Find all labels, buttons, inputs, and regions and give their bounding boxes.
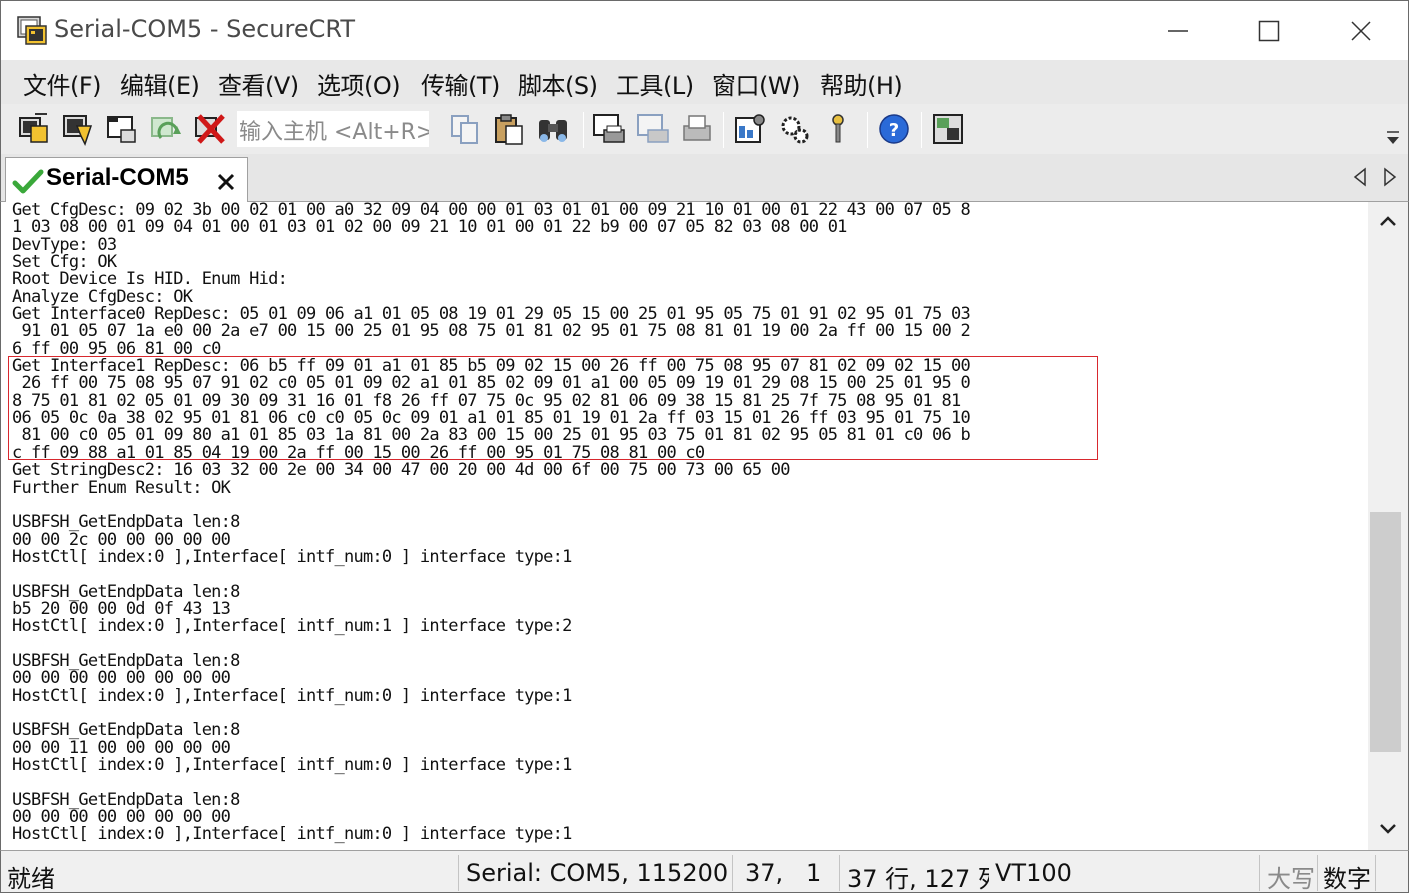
scrollbar-thumb[interactable] [1370, 512, 1401, 752]
close-window-button[interactable] [1315, 1, 1407, 61]
status-size: 37 行, 127 列 [847, 865, 989, 893]
scroll-up-icon[interactable] [1378, 214, 1398, 228]
status-connection: Serial: COM5, 115200 [466, 859, 729, 887]
toolbar: 输入主机 <Alt+R> ? [0, 104, 1409, 154]
menu-view[interactable]: 查看(V) [218, 66, 299, 101]
menu-bar: 文件(F) 编辑(E) 查看(V) 选项(O) 传输(T) 脚本(S) 工具(L… [0, 60, 1409, 104]
help-icon[interactable]: ? [877, 112, 911, 146]
terminal-output[interactable]: Get CfgDesc: 09 02 3b 00 02 01 00 a0 32 … [0, 202, 1368, 850]
toolbar-separator [867, 112, 868, 148]
toolbar-separator [583, 112, 584, 148]
print-screen-icon[interactable] [592, 112, 626, 146]
scroll-down-icon[interactable] [1378, 822, 1398, 836]
terminal-text: Get CfgDesc: 09 02 3b 00 02 01 00 a0 32 … [12, 202, 971, 845]
find-icon[interactable] [536, 112, 570, 146]
status-ready: 就绪 [7, 865, 55, 893]
status-bar: 就绪 Serial: COM5, 115200 37, 1 37 行, 127 … [0, 850, 1409, 893]
menu-tools[interactable]: 工具(L) [616, 66, 694, 101]
window-title: Serial-COM5 - SecureCRT [54, 15, 355, 43]
terminal-line: USBFSH_GetEndpData len:8 [12, 512, 240, 533]
terminal-line: HostCtl[ index:0 ],Interface[ intf_num:0… [12, 546, 572, 567]
host-input[interactable]: 输入主机 <Alt+R> [237, 111, 429, 147]
maximize-button[interactable] [1223, 1, 1315, 61]
status-separator [732, 855, 733, 891]
tab-scroll-left-icon[interactable] [1353, 167, 1367, 187]
status-separator [458, 855, 459, 891]
toolbar-separator [723, 112, 724, 148]
minimize-button[interactable] [1132, 1, 1224, 61]
menu-edit[interactable]: 编辑(E) [120, 66, 200, 101]
keymap-icon[interactable] [821, 112, 855, 146]
menu-script[interactable]: 脚本(S) [518, 66, 598, 101]
toolbar-overflow-icon[interactable] [1386, 126, 1400, 148]
terminal-line: HostCtl[ index:0 ],Interface[ intf_num:0… [12, 685, 572, 706]
status-separator [839, 855, 840, 891]
menu-window[interactable]: 窗口(W) [712, 66, 800, 101]
connect-icon[interactable] [17, 112, 51, 146]
tab-serial-com5[interactable]: Serial-COM5 [5, 157, 248, 203]
terminal-line: 1 03 08 00 01 09 04 01 00 01 03 01 02 00… [12, 217, 847, 238]
menu-file[interactable]: 文件(F) [23, 66, 102, 101]
svg-text:?: ? [889, 120, 899, 141]
tab-bar: Serial-COM5 [0, 154, 1409, 203]
terminal-line: HostCtl[ index:0 ],Interface[ intf_num:0… [12, 755, 572, 775]
menu-help[interactable]: 帮助(H) [820, 66, 903, 101]
status-separator [1259, 855, 1260, 891]
reconnect-icon[interactable] [149, 112, 183, 146]
status-emulation: VT100 [995, 859, 1072, 887]
print-selection-icon[interactable] [636, 112, 670, 146]
terminal-line: DevType: 03 [12, 234, 117, 255]
sftp-icon[interactable] [931, 112, 965, 146]
toolbar-separator [921, 112, 922, 148]
terminal-line: Further Enum Result: OK [12, 477, 231, 498]
check-icon [12, 169, 44, 194]
close-icon [1351, 21, 1371, 41]
quick-connect-icon[interactable] [61, 112, 95, 146]
securecrt-app-icon [17, 16, 47, 45]
global-options-icon[interactable] [777, 112, 811, 146]
tab-scroll-right-icon[interactable] [1383, 167, 1397, 187]
disconnect-icon[interactable] [193, 112, 227, 146]
status-separator [1375, 855, 1376, 891]
maximize-icon [1258, 20, 1280, 42]
tab-close-icon[interactable] [216, 172, 236, 192]
minimize-icon [1168, 30, 1188, 32]
terminal-line: HostCtl[ index:0 ],Interface[ intf_num:0… [12, 824, 572, 845]
vertical-scrollbar[interactable] [1368, 202, 1409, 850]
terminal-line: Get StringDesc2: 16 03 32 00 2e 00 34 00… [12, 460, 791, 481]
title-bar: Serial-COM5 - SecureCRT [0, 0, 1409, 60]
copy-icon[interactable] [448, 112, 482, 146]
status-separator [1317, 855, 1318, 891]
connect-in-tab-icon[interactable] [105, 112, 139, 146]
menu-transfer[interactable]: 传输(T) [421, 66, 500, 101]
paste-icon[interactable] [492, 112, 526, 146]
status-num: 数字 [1323, 865, 1371, 893]
session-options-icon[interactable] [733, 112, 767, 146]
menu-options[interactable]: 选项(O) [317, 66, 401, 101]
tab-label: Serial-COM5 [46, 164, 189, 191]
print-icon[interactable] [680, 112, 714, 146]
terminal-line: HostCtl[ index:0 ],Interface[ intf_num:1… [12, 616, 572, 637]
status-cursor: 37, 1 [745, 859, 822, 887]
status-caps: 大写 [1267, 865, 1315, 893]
